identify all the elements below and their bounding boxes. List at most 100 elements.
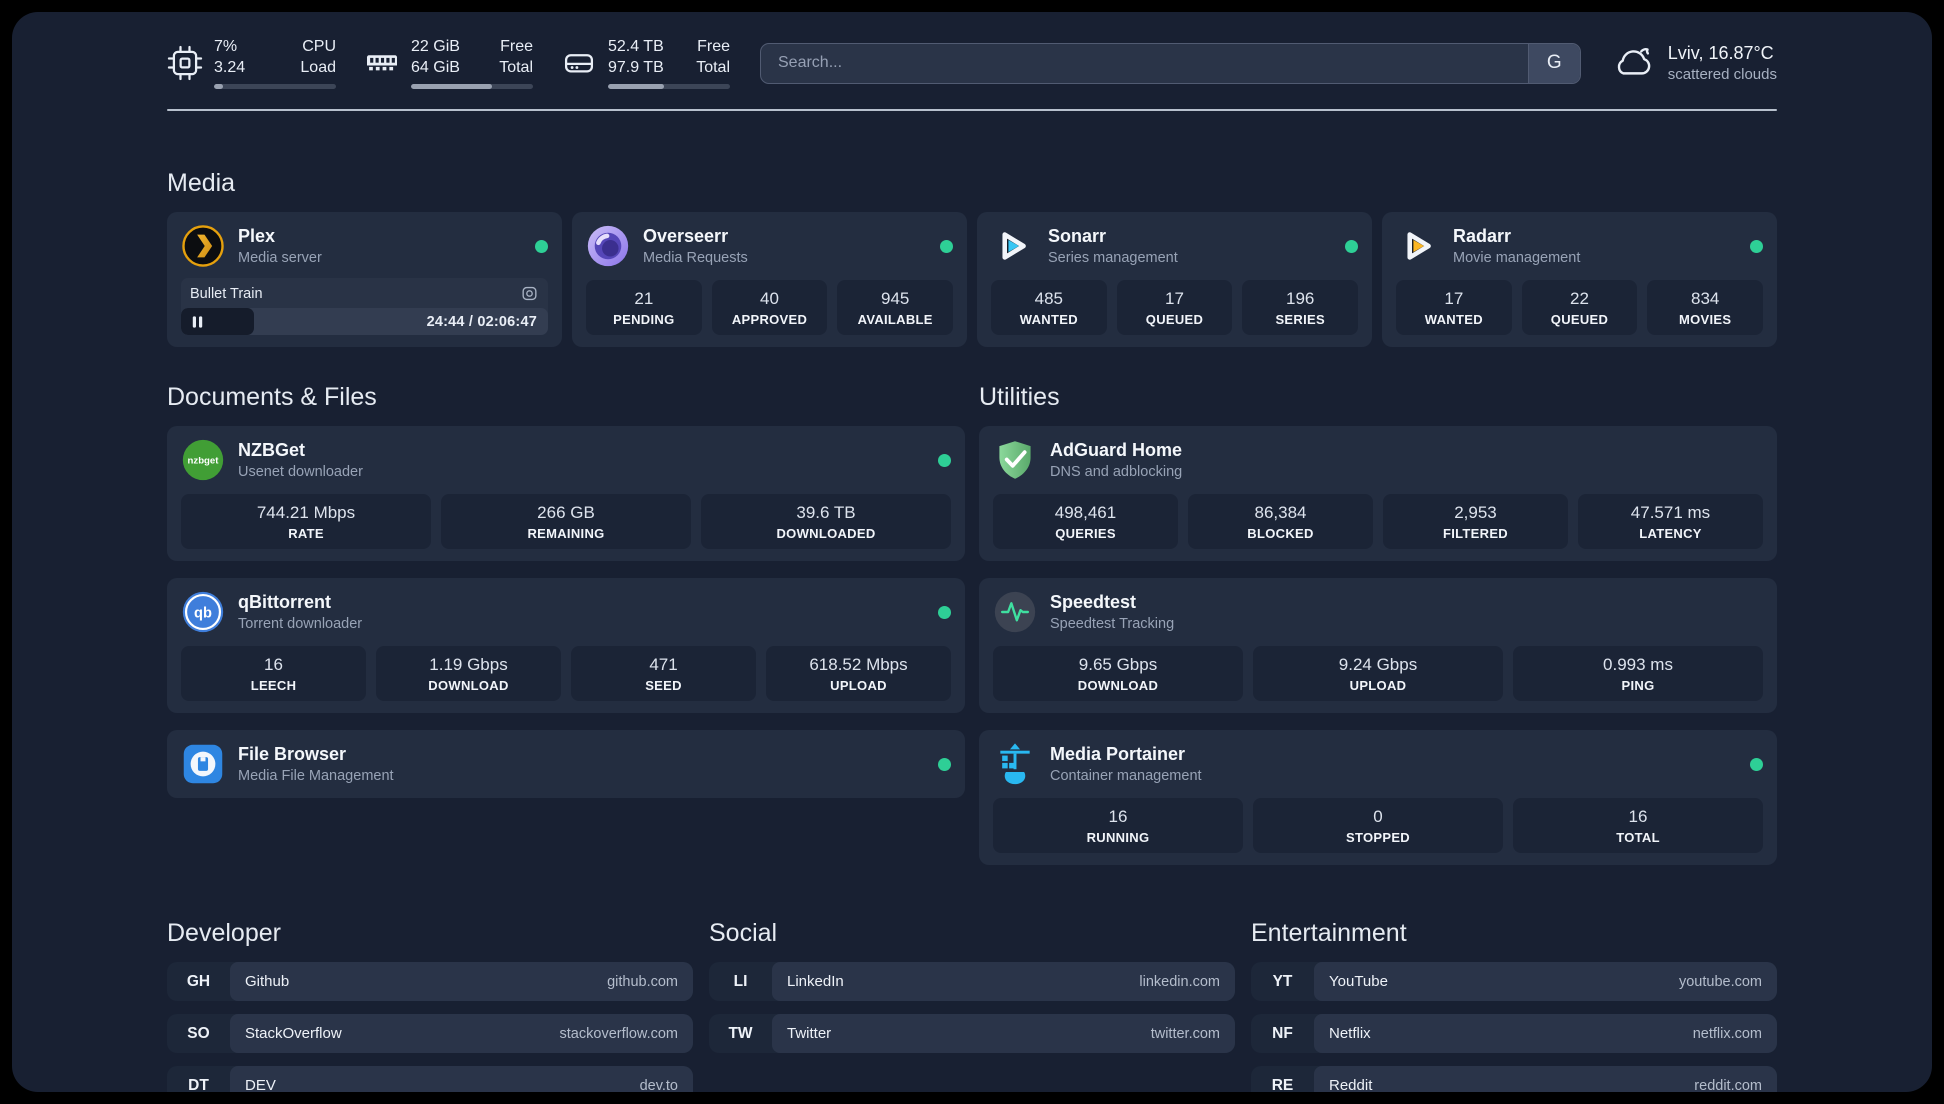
system-resources: 7% 3.24 CPU Load 22 GiB 64 GiB Free Tota… — [167, 37, 730, 90]
stat-value: 266 GB — [537, 503, 595, 522]
service-subtitle: Movie management — [1453, 250, 1581, 266]
bookmark-link[interactable]: YT YouTube youtube.com — [1251, 962, 1777, 1001]
stat-box: 9.24 Gbps UPLOAD — [1253, 646, 1503, 701]
stat-label: LATENCY — [1639, 526, 1702, 541]
bookmark-url: linkedin.com — [1139, 973, 1220, 990]
service-card[interactable]: nzbget NZBGet Usenet downloader 744.21 M… — [167, 426, 965, 561]
section-title-utilities: Utilities — [979, 383, 1060, 411]
section-title-documents: Documents & Files — [167, 383, 377, 411]
stat-label: PING — [1621, 678, 1655, 693]
service-subtitle: DNS and adblocking — [1050, 464, 1183, 480]
bookmark-body: Reddit reddit.com — [1314, 1066, 1777, 1092]
stat-box: 498,461 QUERIES — [993, 494, 1178, 549]
resource-widget: 22 GiB 64 GiB Free Total — [364, 37, 533, 90]
service-card-header: AdGuard Home DNS and adblocking — [993, 438, 1763, 482]
service-card[interactable]: Radarr Movie management 17 WANTED 22 QUE… — [1382, 212, 1777, 347]
stat-box: 17 WANTED — [1396, 280, 1512, 335]
search-engine-button[interactable]: G — [1527, 43, 1580, 83]
stat-box: 2,953 FILTERED — [1383, 494, 1568, 549]
service-text: Plex Media server — [238, 226, 322, 266]
service-card-header: Radarr Movie management — [1396, 224, 1763, 268]
service-card[interactable]: File Browser Media File Management — [167, 730, 965, 798]
stat-value: 945 — [880, 289, 910, 308]
stat-box: 485 WANTED — [991, 280, 1107, 335]
bookmark-group-title: Social — [709, 919, 778, 947]
bookmark-abbr: TW — [728, 1024, 753, 1042]
service-card[interactable]: Media Portainer Container management 16 … — [979, 730, 1777, 865]
resource-widget: 52.4 TB 97.9 TB Free Total — [561, 37, 730, 90]
stat-value: 0.993 ms — [1603, 655, 1673, 674]
bookmark-link[interactable]: GH Github github.com — [167, 962, 693, 1001]
stat-label: APPROVED — [731, 312, 808, 327]
stat-box: 86,384 BLOCKED — [1188, 494, 1373, 549]
service-card[interactable]: AdGuard Home DNS and adblocking 498,461 … — [979, 426, 1777, 561]
service-title: qBittorrent — [238, 592, 331, 612]
service-card[interactable]: Speedtest Speedtest Tracking 9.65 Gbps D… — [979, 578, 1777, 713]
bookmark-link[interactable]: DT DEV dev.to — [167, 1066, 693, 1092]
cpu-icon — [167, 45, 203, 81]
stat-box: 16 RUNNING — [993, 798, 1243, 853]
bookmark-abbr: SO — [187, 1024, 210, 1042]
service-text: File Browser Media File Management — [238, 744, 394, 784]
resource-value-top: 22 GiB — [411, 37, 460, 55]
stat-value: 22 — [1570, 289, 1589, 308]
stat-value: 0 — [1373, 807, 1383, 826]
stat-value: 1.19 Gbps — [429, 655, 508, 674]
bookmark-group: Developer GH Github github.com SO StackO… — [167, 919, 693, 1092]
status-online-dot — [1750, 239, 1763, 253]
bookmark-link[interactable]: LI LinkedIn linkedin.com — [709, 962, 1235, 1001]
resource-value-bottom: 97.9 TB — [608, 58, 664, 76]
speedtest-icon — [993, 590, 1037, 634]
bookmark-link[interactable]: RE Reddit reddit.com — [1251, 1066, 1777, 1092]
plex-now-playing-widget: Bullet Train 24:44 / 02:06:47 — [181, 278, 548, 335]
weather-location-temperature: Lviv, 16.87°C — [1667, 43, 1774, 63]
bookmark-body: Twitter twitter.com — [772, 1014, 1235, 1053]
bookmark-abbr: LI — [733, 972, 748, 990]
bookmark-link[interactable]: TW Twitter twitter.com — [709, 1014, 1235, 1053]
stat-value: 17 — [1165, 289, 1184, 308]
qbittorrent-icon: qb — [181, 590, 225, 634]
service-text: Media Portainer Container management — [1050, 744, 1202, 784]
service-card-header: nzbget NZBGet Usenet downloader — [181, 438, 951, 482]
service-card[interactable]: qb qBittorrent Torrent downloader 16 LEE… — [167, 578, 965, 713]
resource-values: 7% 3.24 — [214, 37, 245, 79]
stat-box: 40 APPROVED — [711, 280, 828, 335]
resource-progress-track — [411, 84, 533, 90]
stat-box: 196 SERIES — [1242, 280, 1359, 335]
service-text: Radarr Movie management — [1453, 226, 1580, 266]
bookmark-link[interactable]: SO StackOverflow stackoverflow.com — [167, 1014, 693, 1053]
service-stats-row: 498,461 QUERIES 86,384 BLOCKED 2,953 FIL… — [993, 494, 1763, 549]
stat-label: FILTERED — [1443, 526, 1508, 541]
stat-value: 196 — [1285, 289, 1315, 308]
bookmark-body: StackOverflow stackoverflow.com — [230, 1014, 693, 1053]
stat-value: 86,384 — [1254, 503, 1307, 522]
stat-value: 498,461 — [1054, 503, 1117, 522]
stat-value: 21 — [634, 289, 654, 308]
status-online-dot — [535, 239, 548, 253]
pause-icon[interactable] — [190, 314, 205, 329]
service-subtitle: Series management — [1048, 250, 1178, 266]
service-text: NZBGet Usenet downloader — [238, 440, 363, 480]
service-card[interactable]: Sonarr Series management 485 WANTED 17 Q… — [977, 212, 1372, 347]
status-online-dot — [1750, 757, 1763, 771]
service-card[interactable]: Overseerr Media Requests 21 PENDING 40 A… — [572, 212, 967, 347]
service-subtitle: Speedtest Tracking — [1050, 616, 1175, 632]
stat-value: 834 — [1690, 289, 1720, 308]
bookmark-body: LinkedIn linkedin.com — [772, 962, 1235, 1001]
stat-label: DOWNLOAD — [428, 678, 509, 693]
svg-text:qb: qb — [194, 606, 212, 622]
search-input[interactable] — [761, 43, 1528, 83]
stat-label: WANTED — [1019, 312, 1078, 327]
service-card[interactable]: Plex Media server Bullet Train 24:44 / 0… — [167, 212, 562, 347]
section-row-documents-utilities: Documents & Files nzbget NZBGet Usenet d… — [167, 383, 1777, 865]
stat-label: WANTED — [1424, 312, 1483, 327]
now-playing-row: Bullet Train — [181, 281, 548, 308]
stat-value: 16 — [1108, 807, 1128, 826]
service-title: Sonarr — [1048, 226, 1107, 246]
service-subtitle: Usenet downloader — [238, 464, 363, 480]
radarr-icon — [1396, 224, 1440, 268]
resource-label-bottom: Total — [696, 58, 730, 76]
resource-label-bottom: Total — [499, 58, 533, 76]
bookmark-link[interactable]: NF Netflix netflix.com — [1251, 1014, 1777, 1053]
service-text: qBittorrent Torrent downloader — [238, 592, 362, 632]
